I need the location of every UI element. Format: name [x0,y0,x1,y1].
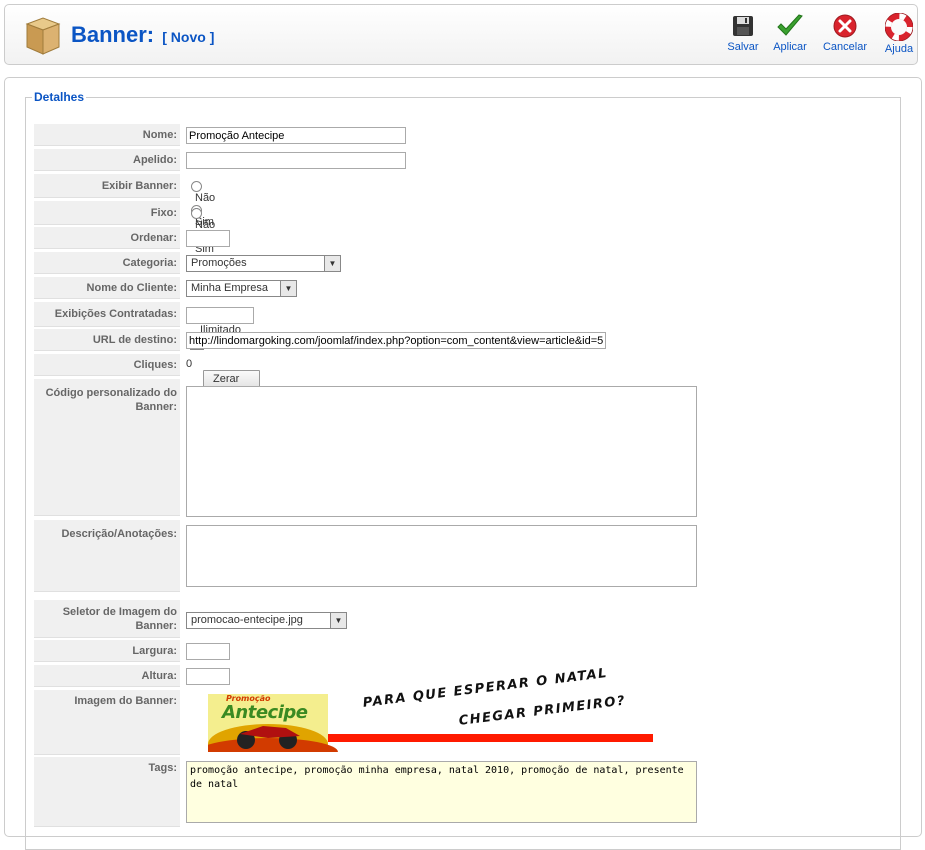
imagem-label: Imagem do Banner: [34,690,180,755]
altura-input[interactable] [186,668,230,685]
ordenar-label: Ordenar: [34,227,180,249]
apelido-input[interactable] [186,152,406,169]
save-label: Salvar [727,41,759,53]
exibir-banner-label: Exibir Banner: [34,174,180,198]
cancel-button[interactable]: Cancelar [817,13,873,53]
nome-input[interactable] [186,127,406,144]
banner-red-bar [328,734,653,742]
ordenar-input[interactable] [186,230,230,247]
exibir-banner-nao-radio[interactable] [191,180,202,192]
cliques-label: Cliques: [34,354,180,376]
url-label: URL de destino: [34,329,180,351]
floppy-disk-icon [733,16,753,36]
page-title-text: Banner: [71,22,155,47]
check-icon [777,14,803,36]
categoria-label: Categoria: [34,252,180,274]
tags-label: Tags: [34,757,180,827]
chevron-down-icon: ▼ [324,256,340,271]
banner-promo-big: Antecipe [222,702,308,723]
cliente-select[interactable]: Minha Empresa ▼ [186,280,297,297]
apply-button[interactable]: Aplicar [762,13,818,53]
apply-label: Aplicar [773,41,807,53]
seletor-imagem-label: Seletor de Imagem do Banner: [34,600,180,638]
codigo-textarea[interactable] [186,386,697,517]
categoria-value: Promoções [191,257,247,269]
help-label: Ajuda [884,43,914,55]
banner-image: Promoção Antecipe PARA QUE ESPERAR O NAT… [198,666,658,766]
descricao-textarea[interactable] [186,525,697,587]
banner-box-icon [23,14,63,56]
exibir-banner-nao-label: Não [195,192,216,205]
largura-label: Largura: [34,640,180,662]
toolbar: Banner: [ Novo ] Salvar Aplicar Cancelar… [4,4,918,65]
largura-input[interactable] [186,643,230,660]
cliente-value: Minha Empresa [191,282,269,294]
page-title: Banner: [ Novo ] [71,22,214,48]
nome-label: Nome: [34,124,180,146]
cancel-label: Cancelar [822,41,868,53]
exibicoes-label: Exibições Contratadas: [34,302,180,327]
fixo-label: Fixo: [34,201,180,225]
descricao-label: Descrição/Anotações: [34,520,180,592]
image-selector-select[interactable]: promocao-entecipe.jpg ▼ [186,612,347,629]
image-selector-value: promocao-entecipe.jpg [191,614,303,626]
url-input[interactable] [186,332,606,349]
fixo-nao-radio[interactable] [191,207,202,219]
altura-label: Altura: [34,665,180,687]
cancel-icon [833,14,857,38]
exibicoes-input[interactable] [186,307,254,324]
content-area: Detalhes Nome: Apelido: Exibir Banner: N… [4,77,922,850]
cliques-value: 0 [186,358,193,371]
categoria-select[interactable]: Promoções ▼ [186,255,341,272]
apelido-label: Apelido: [34,149,180,171]
details-legend: Detalhes [34,90,85,104]
details-fieldset: Detalhes Nome: Apelido: Exibir Banner: N… [25,90,901,850]
help-button[interactable]: Ajuda [871,13,925,55]
codigo-label: Código personalizado do Banner: [34,379,180,516]
page-subtitle: [ Novo ] [162,29,215,45]
lifebuoy-icon [885,13,913,41]
cliente-label: Nome do Cliente: [34,277,180,299]
chevron-down-icon: ▼ [330,613,346,628]
chevron-down-icon: ▼ [280,281,296,296]
